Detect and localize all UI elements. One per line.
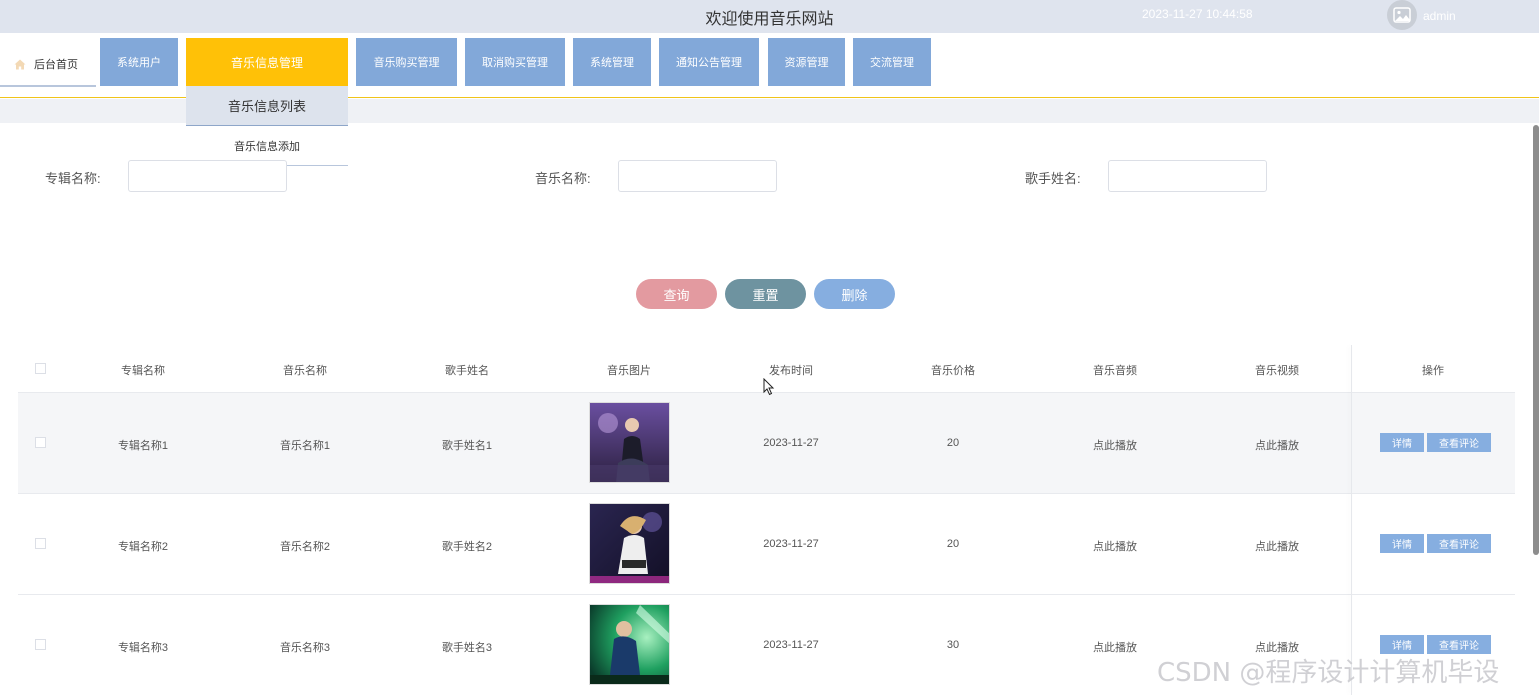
cell-date: 2023-11-27: [763, 538, 819, 550]
detail-button[interactable]: 详情: [1380, 534, 1424, 553]
nav-item-music-purchase[interactable]: 音乐购买管理: [356, 38, 457, 86]
singer-search-input[interactable]: [1108, 160, 1267, 192]
cell-date: 2023-11-27: [763, 639, 819, 651]
column-header: 音乐视频: [1255, 365, 1299, 377]
home-icon: [14, 59, 26, 69]
column-header: 音乐音频: [1093, 365, 1137, 377]
detail-button[interactable]: 详情: [1380, 433, 1424, 452]
cell-music: 音乐名称3: [279, 642, 331, 654]
operations-column-divider: [1351, 345, 1352, 695]
music-info-dropdown: 音乐信息列表 音乐信息添加: [186, 86, 348, 166]
cell-audio-link[interactable]: 点此播放: [1034, 538, 1196, 554]
cell-album: 专辑名称2: [117, 541, 169, 553]
cell-price: 30: [946, 639, 960, 651]
music-label: 音乐名称:: [535, 171, 591, 186]
vertical-scrollbar[interactable]: [1533, 125, 1539, 555]
nav-item-notices[interactable]: 通知公告管理: [659, 38, 759, 86]
nav-home[interactable]: 后台首页: [0, 43, 96, 87]
watermark: CSDN @程序设计计算机毕设: [1157, 658, 1500, 688]
reset-button[interactable]: 重置: [725, 279, 806, 309]
nav-item-cancel-purchase[interactable]: 取消购买管理: [465, 38, 565, 86]
row-checkbox[interactable]: [35, 538, 46, 549]
username[interactable]: admin: [1423, 9, 1456, 23]
column-header: 音乐价格: [931, 365, 975, 377]
current-datetime: 2023-11-27 10:44:58: [1142, 7, 1253, 21]
cell-music: 音乐名称1: [279, 440, 331, 452]
nav-item-resources[interactable]: 资源管理: [768, 38, 845, 86]
top-header: 欢迎使用音乐网站 2023-11-27 10:44:58 admin: [0, 0, 1539, 33]
nav-item-system-users[interactable]: 系统用户: [100, 38, 178, 86]
site-title: 欢迎使用音乐网站: [705, 11, 834, 28]
cell-date: 2023-11-27: [763, 437, 819, 449]
image-icon: [1393, 7, 1411, 23]
album-search-input[interactable]: [128, 160, 287, 192]
music-image[interactable]: [589, 604, 670, 685]
column-header: 专辑名称: [121, 365, 165, 377]
cell-price: 20: [946, 437, 960, 449]
row-checkbox[interactable]: [35, 437, 46, 448]
query-button[interactable]: 查询: [636, 279, 717, 309]
cell-price: 20: [946, 538, 960, 550]
nav-item-music-info[interactable]: 音乐信息管理: [186, 38, 348, 86]
select-all-checkbox[interactable]: [35, 363, 46, 374]
view-comments-button[interactable]: 查看评论: [1427, 534, 1491, 553]
nav-home-label: 后台首页: [34, 59, 78, 71]
view-comments-button[interactable]: 查看评论: [1427, 433, 1491, 452]
cell-singer: 歌手姓名3: [441, 642, 493, 654]
mouse-cursor-icon: [763, 378, 775, 396]
nav-item-system-management[interactable]: 系统管理: [573, 38, 651, 86]
column-header: 发布时间: [769, 365, 813, 377]
cell-singer: 歌手姓名2: [441, 541, 493, 553]
music-search-input[interactable]: [618, 160, 777, 192]
cell-album: 专辑名称3: [117, 642, 169, 654]
column-header: 操作: [1422, 365, 1444, 377]
cell-music: 音乐名称2: [279, 541, 331, 553]
delete-button[interactable]: 删除: [814, 279, 895, 309]
music-image[interactable]: [589, 402, 670, 483]
table-row: 专辑名称1 音乐名称1 歌手姓名1 2023-11-27 20 点此播放 点此播…: [18, 392, 1515, 493]
avatar[interactable]: [1387, 0, 1417, 30]
cell-audio-link[interactable]: 点此播放: [1034, 437, 1196, 453]
music-image[interactable]: [589, 503, 670, 584]
table-row: 专辑名称2 音乐名称2 歌手姓名2 2023-11-27 20 点此播放 点此播…: [18, 493, 1515, 594]
cell-album: 专辑名称1: [117, 440, 169, 452]
cell-video-link[interactable]: 点此播放: [1196, 437, 1358, 453]
column-header: 歌手姓名: [445, 365, 489, 377]
row-checkbox[interactable]: [35, 639, 46, 650]
cell-singer: 歌手姓名1: [441, 440, 493, 452]
singer-label: 歌手姓名:: [1025, 171, 1081, 186]
nav-item-communication[interactable]: 交流管理: [853, 38, 931, 86]
cell-video-link[interactable]: 点此播放: [1196, 538, 1358, 554]
column-header: 音乐图片: [607, 365, 651, 377]
column-header: 音乐名称: [283, 365, 327, 377]
dropdown-item-music-list[interactable]: 音乐信息列表: [186, 86, 348, 126]
album-label: 专辑名称:: [45, 171, 101, 186]
